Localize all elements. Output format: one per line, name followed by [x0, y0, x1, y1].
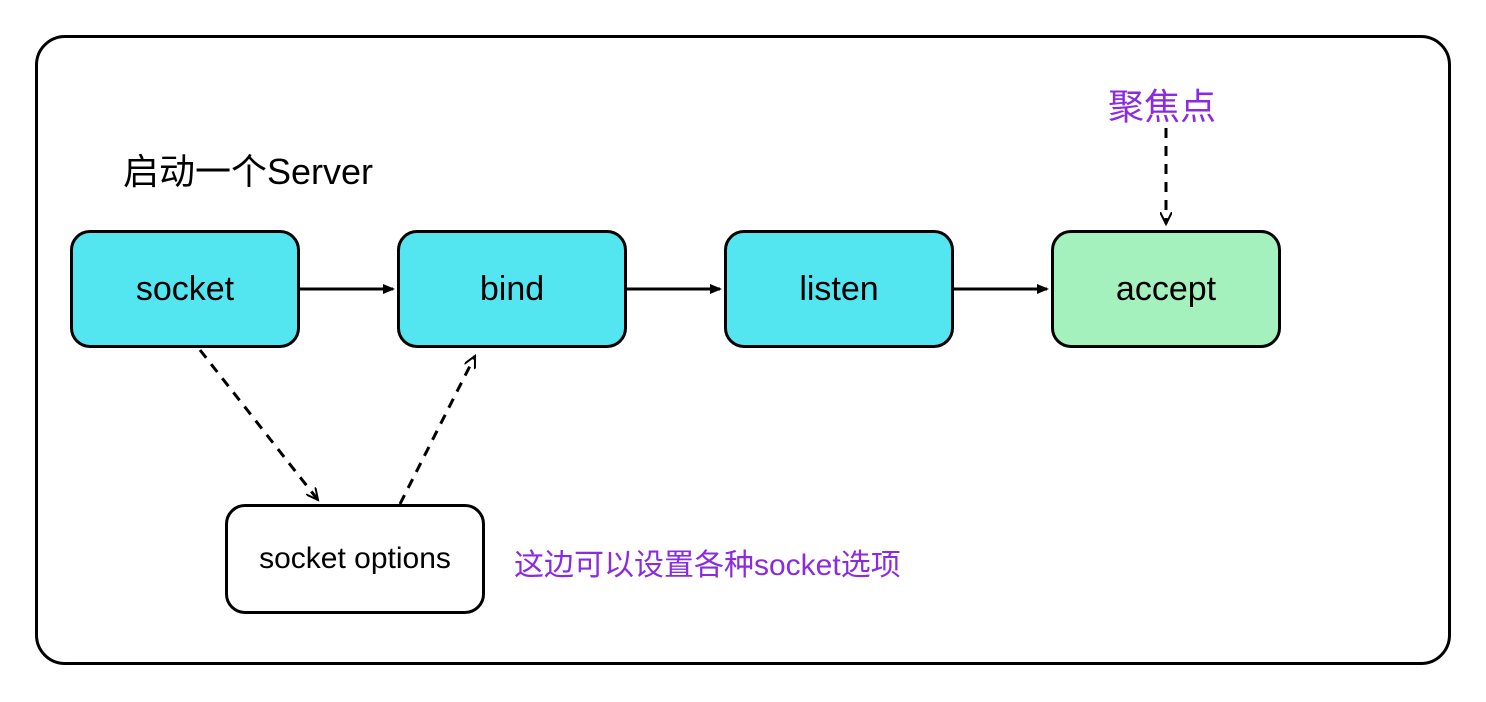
node-socket-options: socket options — [225, 504, 485, 614]
node-socket: socket — [70, 230, 300, 348]
node-listen: listen — [724, 230, 954, 348]
annotation-focus-label: 聚焦点 — [1108, 78, 1216, 130]
node-accept: accept — [1051, 230, 1281, 348]
node-accept-label: accept — [1116, 270, 1216, 309]
node-socket-label: socket — [136, 270, 234, 309]
node-bind: bind — [397, 230, 627, 348]
node-bind-label: bind — [480, 270, 544, 309]
container-title: 启动一个Server — [123, 143, 373, 195]
node-socket-options-label: socket options — [259, 542, 451, 576]
annotation-options-note: 这边可以设置各种socket选项 — [514, 540, 901, 584]
node-listen-label: listen — [799, 270, 878, 309]
